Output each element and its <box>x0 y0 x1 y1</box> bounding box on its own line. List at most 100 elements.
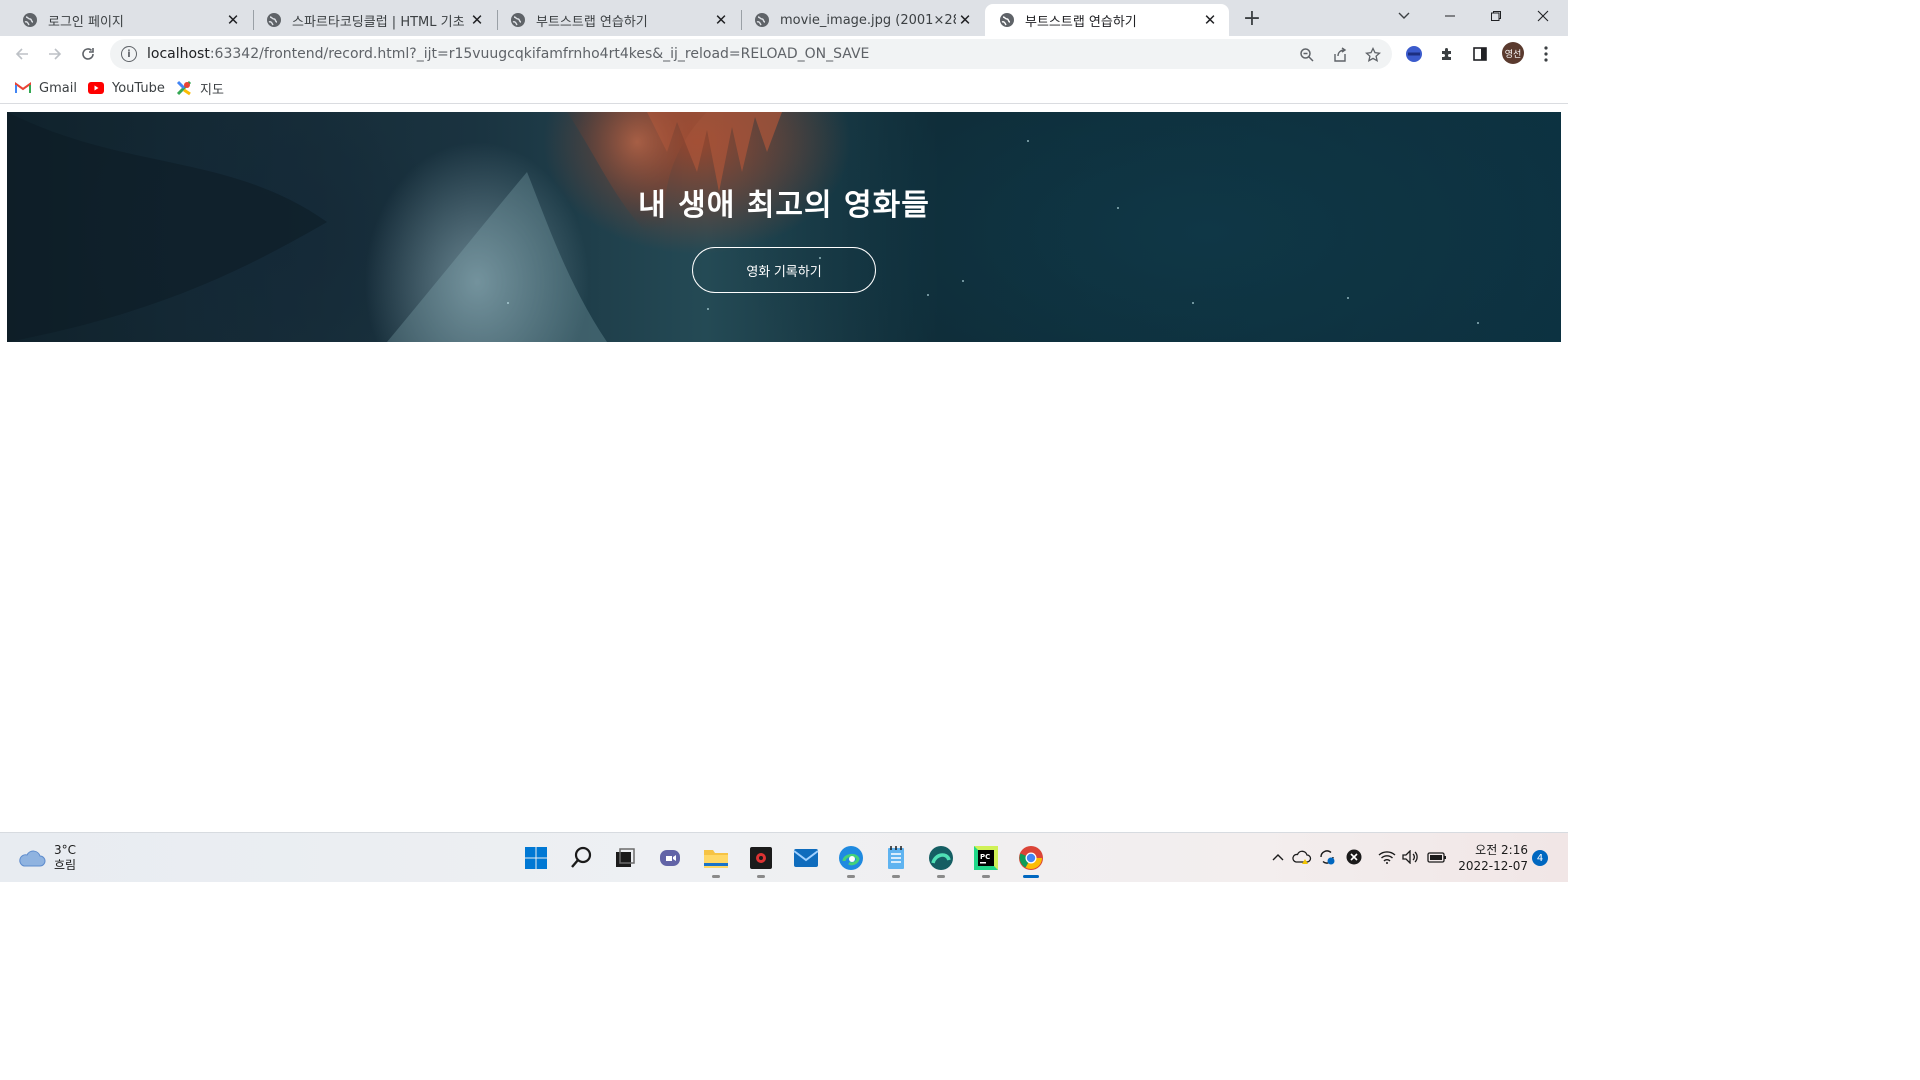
chat-app[interactable] <box>655 842 687 874</box>
taskbar-search-button[interactable] <box>565 842 597 874</box>
notepad-app[interactable] <box>880 842 912 878</box>
task-view-icon <box>616 848 635 867</box>
particle <box>1027 140 1029 142</box>
bookmark-maps[interactable]: 지도 <box>176 78 224 98</box>
share-icon[interactable] <box>1331 46 1349 64</box>
close-window-button[interactable] <box>1520 0 1566 32</box>
svg-text:PC: PC <box>980 853 990 861</box>
system-clock[interactable]: 오전 2:16 2022-12-07 <box>1452 842 1528 874</box>
new-tab-button[interactable]: + <box>1240 6 1264 31</box>
particle <box>1477 322 1479 324</box>
media-app-icon <box>750 847 772 869</box>
tab-bootstrap-active[interactable]: 부트스트랩 연습하기 ✕ <box>985 4 1229 36</box>
task-view-button[interactable] <box>609 842 641 874</box>
restore-button[interactable] <box>1473 0 1519 32</box>
start-button[interactable] <box>520 842 552 874</box>
search-icon <box>571 846 592 868</box>
extensions-puzzle-icon[interactable] <box>1437 44 1457 64</box>
tab-search-button[interactable] <box>1381 0 1427 32</box>
active-indicator <box>1023 875 1039 878</box>
tab-bootstrap-1[interactable]: 부트스트랩 연습하기 ✕ <box>496 4 740 36</box>
weather-temp: 3°C <box>54 843 77 857</box>
tab-title: 부트스트랩 연습하기 <box>1025 14 1137 30</box>
close-icon[interactable]: ✕ <box>1201 11 1219 29</box>
clock-date: 2022-12-07 <box>1458 859 1528 873</box>
tab-movie-image[interactable]: movie_image.jpg (2001×2852) ✕ <box>740 4 984 36</box>
address-bar[interactable]: i localhost:63342/frontend/record.html?_… <box>110 39 1392 69</box>
bookmarks-bar: Gmail YouTube 지도 <box>0 72 1568 104</box>
record-movie-button[interactable]: 영화 기록하기 <box>692 247 876 293</box>
bookmark-star-icon[interactable] <box>1364 46 1382 64</box>
close-icon[interactable]: ✕ <box>956 11 974 29</box>
chrome-icon <box>1019 846 1043 870</box>
url-path: :63342/frontend/record.html?_ijt=r15vuug… <box>209 46 870 62</box>
zoom-icon[interactable] <box>1298 46 1316 64</box>
close-icon[interactable]: ✕ <box>224 11 242 29</box>
tab-login[interactable]: 로그인 페이지 ✕ <box>8 4 252 36</box>
forward-button[interactable] <box>41 40 69 68</box>
notepad-icon <box>888 846 904 869</box>
sync-icon[interactable] <box>1317 847 1337 867</box>
globe-icon <box>267 13 281 27</box>
edge-dev-app[interactable] <box>925 842 957 878</box>
file-explorer-icon <box>704 850 728 868</box>
minimize-button[interactable] <box>1427 0 1473 32</box>
running-indicator <box>712 875 720 878</box>
tab-title: movie_image.jpg (2001×2852) <box>780 12 956 28</box>
menu-kebab-icon[interactable] <box>1536 44 1556 64</box>
app-tray-x-icon[interactable] <box>1344 847 1364 867</box>
bookmark-label: Gmail <box>39 80 77 96</box>
file-explorer-app[interactable] <box>700 842 732 878</box>
tray-overflow-chevron-icon[interactable] <box>1268 847 1288 867</box>
globe-icon <box>1000 13 1014 27</box>
globe-icon <box>23 13 37 27</box>
site-info-icon[interactable]: i <box>121 46 137 62</box>
close-icon[interactable]: ✕ <box>468 11 486 29</box>
particle <box>1192 302 1194 304</box>
extension-icon[interactable] <box>1404 44 1424 64</box>
particle <box>962 280 964 282</box>
tab-title: 스파르타코딩클럽 | HTML 기초 <box>292 14 465 30</box>
running-indicator <box>937 875 945 878</box>
cloud-icon <box>18 849 46 867</box>
start-icon <box>525 847 547 869</box>
wifi-icon[interactable] <box>1377 847 1397 867</box>
pycharm-app[interactable]: PC <box>970 842 1002 878</box>
youtube-icon <box>88 80 104 96</box>
hero-banner: 내 생애 최고의 영화들 영화 기록하기 <box>7 112 1561 342</box>
running-indicator <box>982 875 990 878</box>
url-text[interactable]: localhost:63342/frontend/record.html?_ij… <box>147 46 869 62</box>
close-icon[interactable]: ✕ <box>712 11 730 29</box>
chrome-app[interactable] <box>1015 842 1047 878</box>
particle <box>927 294 929 296</box>
tab-sparta[interactable]: 스파르타코딩클럽 | HTML 기초 ✕ <box>252 4 496 36</box>
weather-widget[interactable]: 3°C 흐림 <box>18 841 76 875</box>
tab-strip: 로그인 페이지 ✕ 스파르타코딩클럽 | HTML 기초 ✕ 부트스트랩 연습하… <box>0 0 1568 36</box>
reload-button[interactable] <box>74 40 102 68</box>
bookmark-label: 지도 <box>200 82 224 98</box>
side-panel-icon[interactable] <box>1470 44 1490 64</box>
tab-title: 부트스트랩 연습하기 <box>536 14 648 30</box>
clock-time: 오전 2:16 <box>1475 843 1528 857</box>
gmail-icon <box>15 80 31 96</box>
bookmark-gmail[interactable]: Gmail <box>15 78 77 98</box>
pycharm-icon: PC <box>974 846 998 870</box>
globe-icon <box>511 13 525 27</box>
particle <box>507 302 509 304</box>
url-host: localhost <box>147 46 210 62</box>
battery-icon[interactable] <box>1427 847 1447 867</box>
edge-app[interactable] <box>835 842 867 878</box>
running-indicator <box>757 875 765 878</box>
mail-app[interactable] <box>790 842 822 874</box>
chat-icon <box>660 850 680 866</box>
back-button[interactable] <box>8 40 36 68</box>
volume-icon[interactable] <box>1401 847 1421 867</box>
edge-dev-icon <box>929 846 953 870</box>
profile-avatar[interactable]: 영선 <box>1502 42 1524 64</box>
bookmark-youtube[interactable]: YouTube <box>88 78 165 98</box>
notification-badge[interactable]: 4 <box>1532 850 1548 866</box>
particle <box>707 308 709 310</box>
media-app[interactable] <box>745 842 777 878</box>
onedrive-warning-icon[interactable] <box>1292 847 1312 867</box>
bookmark-label: YouTube <box>112 80 165 96</box>
